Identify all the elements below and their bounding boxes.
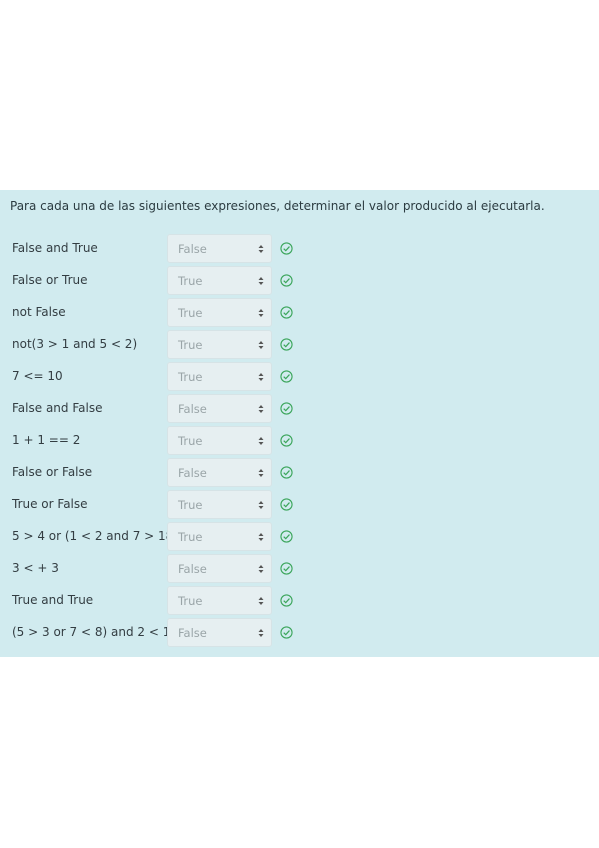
question-panel: Para cada una de las siguientes expresio… [0, 190, 599, 657]
question-row: (5 > 3 or 7 < 8) and 2 < 1 False [0, 618, 599, 648]
expression-label: 7 <= 10 [12, 369, 63, 383]
answer-select-value: True [178, 434, 203, 448]
check-circle-icon [280, 306, 293, 319]
select-arrows-icon [258, 245, 264, 253]
answer-select[interactable]: False [167, 394, 272, 423]
expression-label: not(3 > 1 and 5 < 2) [12, 337, 138, 351]
expression-label: False and True [12, 241, 98, 255]
expression-label: False or False [12, 465, 93, 479]
question-row: 1 + 1 == 2 True [0, 426, 599, 456]
question-row: not(3 > 1 and 5 < 2) True [0, 330, 599, 360]
check-circle-icon [280, 370, 293, 383]
select-arrows-icon [258, 533, 264, 541]
answer-select-value: True [178, 530, 203, 544]
select-arrows-icon [258, 373, 264, 381]
question-row: False and False False [0, 394, 599, 424]
question-row: 7 <= 10 True [0, 362, 599, 392]
answer-select-value: False [178, 562, 207, 576]
answer-select[interactable]: False [167, 234, 272, 263]
select-arrows-icon [258, 597, 264, 605]
select-arrows-icon [258, 341, 264, 349]
answer-select-value: True [178, 274, 203, 288]
check-circle-icon [280, 338, 293, 351]
check-circle-icon [280, 562, 293, 575]
check-circle-icon [280, 402, 293, 415]
check-circle-icon [280, 530, 293, 543]
answer-select[interactable]: True [167, 330, 272, 359]
expression-label: 1 + 1 == 2 [12, 433, 81, 447]
select-arrows-icon [258, 277, 264, 285]
answer-select-value: True [178, 306, 203, 320]
answer-select-value: False [178, 242, 207, 256]
question-row: True and True True [0, 586, 599, 616]
select-arrows-icon [258, 405, 264, 413]
expression-label: False and False [12, 401, 103, 415]
answer-select-value: True [178, 338, 203, 352]
question-row: False or False False [0, 458, 599, 488]
question-row: True or False True [0, 490, 599, 520]
answer-select-value: True [178, 370, 203, 384]
answer-select[interactable]: True [167, 522, 272, 551]
expression-label: not False [12, 305, 66, 319]
select-arrows-icon [258, 565, 264, 573]
select-arrows-icon [258, 629, 264, 637]
answer-select-value: True [178, 594, 203, 608]
question-row: not False True [0, 298, 599, 328]
check-circle-icon [280, 466, 293, 479]
answer-select[interactable]: True [167, 490, 272, 519]
answer-select[interactable]: True [167, 426, 272, 455]
answer-select-value: False [178, 402, 207, 416]
check-circle-icon [280, 594, 293, 607]
question-row: False or True True [0, 266, 599, 296]
expression-label: (5 > 3 or 7 < 8) and 2 < 1 [12, 625, 171, 639]
question-row: False and True False [0, 234, 599, 264]
expression-label: False or True [12, 273, 88, 287]
question-row: 3 < + 3 False [0, 554, 599, 584]
question-row: 5 > 4 or (1 < 2 and 7 > 18) True [0, 522, 599, 552]
check-circle-icon [280, 274, 293, 287]
select-arrows-icon [258, 309, 264, 317]
expression-label: True or False [12, 497, 88, 511]
check-circle-icon [280, 434, 293, 447]
select-arrows-icon [258, 469, 264, 477]
expression-label: True and True [12, 593, 94, 607]
select-arrows-icon [258, 437, 264, 445]
answer-select[interactable]: True [167, 362, 272, 391]
answer-select[interactable]: False [167, 458, 272, 487]
answer-select-value: False [178, 466, 207, 480]
answer-select[interactable]: True [167, 298, 272, 327]
answer-select[interactable]: True [167, 586, 272, 615]
check-circle-icon [280, 498, 293, 511]
check-circle-icon [280, 626, 293, 639]
select-arrows-icon [258, 501, 264, 509]
expression-label: 3 < + 3 [12, 561, 59, 575]
answer-select[interactable]: False [167, 618, 272, 647]
answer-select-value: False [178, 626, 207, 640]
answer-select[interactable]: False [167, 554, 272, 583]
question-instructions: Para cada una de las siguientes expresio… [10, 199, 545, 213]
check-circle-icon [280, 242, 293, 255]
expression-label: 5 > 4 or (1 < 2 and 7 > 18) [12, 529, 178, 543]
answer-select-value: True [178, 498, 203, 512]
answer-select[interactable]: True [167, 266, 272, 295]
